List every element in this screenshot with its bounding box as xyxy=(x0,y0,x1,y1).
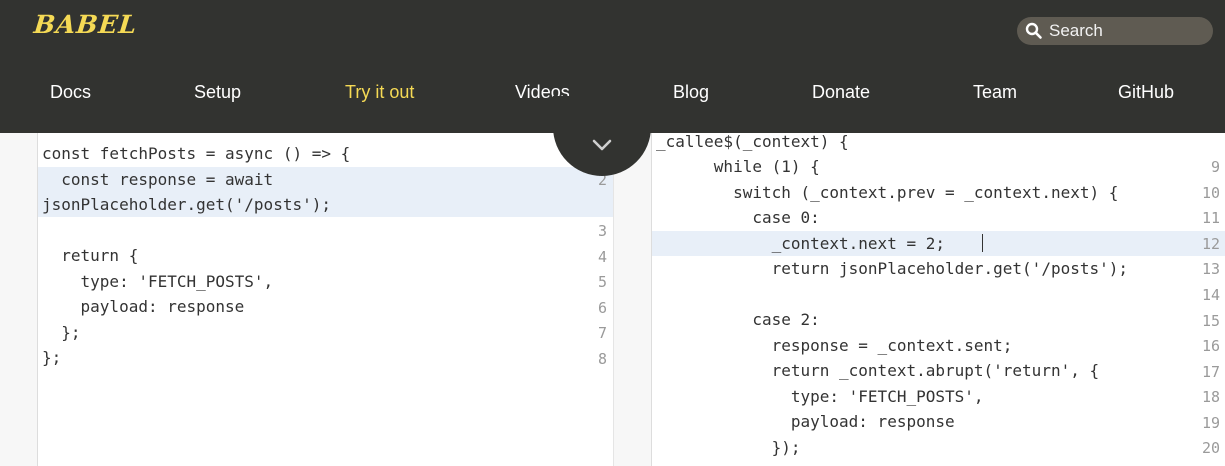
code-line-active[interactable]: _context.next = 2; xyxy=(656,232,945,256)
nav-github[interactable]: GitHub xyxy=(1118,82,1174,103)
babel-logo[interactable]: BABEL xyxy=(32,10,138,39)
nav-blog[interactable]: Blog xyxy=(673,82,709,103)
code-line[interactable]: payload: response xyxy=(42,295,245,319)
search-box[interactable]: Search xyxy=(1017,17,1213,45)
line-number: 19 xyxy=(1201,414,1220,432)
code-line[interactable]: response = _context.sent; xyxy=(656,334,1013,358)
line-number: 8 xyxy=(597,350,607,368)
nav-setup[interactable]: Setup xyxy=(194,82,241,103)
line-number: 7 xyxy=(597,324,607,342)
code-line[interactable]: const fetchPosts = async () => { xyxy=(42,142,350,166)
line-number: 14 xyxy=(1201,286,1220,304)
code-line[interactable]: switch (_context.prev = _context.next) { xyxy=(656,181,1118,205)
search-icon xyxy=(1025,22,1042,39)
line-number: 13 xyxy=(1201,260,1220,278)
code-line[interactable]: type: 'FETCH_POSTS', xyxy=(656,385,984,409)
line-number: 6 xyxy=(597,299,607,317)
code-line[interactable]: while (1) { xyxy=(656,155,820,179)
text-cursor xyxy=(982,234,983,252)
line-number: 12 xyxy=(1201,235,1220,253)
nav-docs[interactable]: Docs xyxy=(50,82,91,103)
search-input[interactable]: Search xyxy=(1049,21,1103,41)
line-number-gutter xyxy=(0,133,38,466)
nav-try-it-out[interactable]: Try it out xyxy=(345,82,414,103)
line-number: 4 xyxy=(597,248,607,266)
line-number: 9 xyxy=(1210,158,1220,176)
line-number: 20 xyxy=(1201,439,1220,457)
line-number: 10 xyxy=(1201,184,1220,202)
code-line[interactable]: jsonPlaceholder.get('/posts'); xyxy=(42,193,331,217)
line-number-gutter xyxy=(614,133,652,466)
line-number: 11 xyxy=(1201,209,1220,227)
code-line[interactable]: case 2: xyxy=(656,308,819,332)
line-number: 15 xyxy=(1201,312,1220,330)
code-line[interactable]: payload: response xyxy=(656,410,955,434)
code-line[interactable]: }; xyxy=(42,321,80,345)
code-line[interactable]: const response = await xyxy=(42,168,273,192)
line-number: 18 xyxy=(1201,388,1220,406)
code-line[interactable]: case 0: xyxy=(656,206,819,230)
code-line[interactable]: }; xyxy=(42,346,61,370)
code-line[interactable]: return _context.abrupt('return', { xyxy=(656,359,1100,383)
code-line[interactable]: return jsonPlaceholder.get('/posts'); xyxy=(656,257,1128,281)
input-editor[interactable]: 1 2 3 4 5 6 7 8 const fetchPosts = async… xyxy=(0,133,613,466)
line-number: 17 xyxy=(1201,363,1220,381)
code-line[interactable]: }); xyxy=(656,436,801,460)
code-line[interactable]: return { xyxy=(42,244,138,268)
chevron-down-icon xyxy=(592,139,612,151)
nav-donate[interactable]: Donate xyxy=(812,82,870,103)
output-editor[interactable]: 9 10 11 12 13 14 15 16 17 18 19 20 _call… xyxy=(613,133,1225,466)
code-line[interactable]: type: 'FETCH_POSTS', xyxy=(42,270,274,294)
line-number: 5 xyxy=(597,273,607,291)
line-number: 3 xyxy=(597,222,607,240)
code-line[interactable]: _callee$(_context) { xyxy=(656,133,849,154)
nav-team[interactable]: Team xyxy=(973,82,1017,103)
line-number: 16 xyxy=(1201,337,1220,355)
